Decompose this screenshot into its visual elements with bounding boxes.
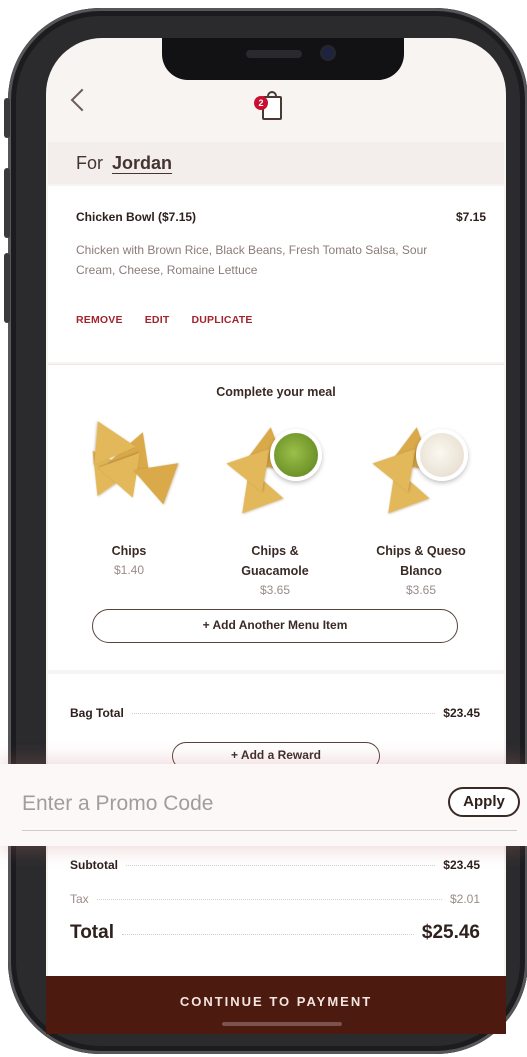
item-title: Chicken Bowl ($7.15) — [76, 210, 197, 224]
add-another-menu-item-button[interactable]: + Add Another Menu Item — [92, 609, 458, 643]
order-for-name-link[interactable]: Jordan — [112, 153, 172, 173]
meal-option-price: $1.40 — [113, 563, 145, 577]
meal-option-name: Chips & Queso Blanco — [376, 544, 466, 578]
bag-total-section: Bag Total $23.45 + Add a Reward — [48, 674, 504, 770]
subtotal-label: Subtotal — [70, 858, 118, 872]
dotted-leader — [131, 713, 436, 714]
item-price: $7.15 — [455, 210, 486, 224]
meal-option-chips-queso[interactable]: Chips & Queso Blanco $3.65 — [356, 417, 486, 599]
item-description: Chicken with Brown Rice, Black Beans, Fr… — [76, 243, 428, 277]
meal-option-chips[interactable]: Chips $1.40 — [64, 417, 194, 579]
front-camera — [322, 47, 334, 59]
subtotal-row: Subtotal $23.45 — [70, 858, 480, 872]
complete-meal-section: Complete your meal Chips $1.40 Chips & G… — [48, 364, 504, 670]
dotted-leader — [96, 899, 442, 900]
chips-image — [74, 417, 184, 517]
dotted-leader — [121, 934, 414, 935]
phone-mute-switch — [4, 98, 10, 138]
total-row: Total $25.46 — [70, 922, 480, 944]
bag-item-card: Chicken Bowl ($7.15) $7.15 Chicken with … — [48, 186, 504, 362]
bag-total-row: Bag Total $23.45 — [70, 706, 480, 720]
tax-value: $2.01 — [449, 892, 480, 906]
item-actions: REMOVE EDIT DUPLICATE — [76, 314, 253, 326]
subtotal-value: $23.45 — [443, 858, 480, 872]
complete-meal-heading: Complete your meal — [216, 385, 336, 399]
meal-option-name: Chips — [111, 544, 147, 558]
bag-button[interactable]: 2 — [254, 90, 286, 124]
promo-code-bar: Apply — [0, 764, 527, 846]
back-button[interactable] — [66, 86, 96, 116]
order-summary: Subtotal $23.45 Tax $2.01 Total $25.46 — [48, 846, 504, 978]
phone-volume-down — [4, 253, 10, 323]
dotted-leader — [126, 865, 436, 866]
chips-queso-image — [366, 417, 476, 517]
meal-option-chips-guacamole[interactable]: Chips & Guacamole $3.65 — [210, 417, 340, 599]
chips-guacamole-image — [220, 417, 330, 517]
total-label: Total — [70, 922, 114, 943]
home-indicator — [222, 1022, 342, 1026]
order-for-row: For Jordan — [48, 142, 504, 184]
promo-input-underline — [22, 830, 517, 831]
total-value: $25.46 — [421, 922, 480, 943]
phone-notch — [162, 38, 404, 80]
chevron-left-icon — [70, 88, 94, 112]
speaker-grille — [246, 50, 302, 58]
tax-label: Tax — [70, 892, 89, 906]
promo-code-input[interactable] — [22, 788, 422, 820]
bag-total-label: Bag Total — [70, 706, 124, 720]
tax-row: Tax $2.01 — [70, 892, 480, 906]
bag-count-badge: 2 — [254, 96, 268, 110]
phone-volume-up — [4, 168, 10, 238]
duplicate-button[interactable]: DUPLICATE — [191, 314, 252, 326]
remove-button[interactable]: REMOVE — [76, 314, 123, 326]
apply-promo-button[interactable]: Apply — [448, 787, 520, 817]
order-for-prefix: For — [76, 153, 103, 173]
meal-option-price: $3.65 — [405, 583, 437, 597]
edit-button[interactable]: EDIT — [145, 314, 170, 326]
bag-total-value: $23.45 — [443, 706, 480, 720]
meal-option-price: $3.65 — [259, 583, 291, 597]
meal-option-name: Chips & Guacamole — [241, 544, 309, 578]
